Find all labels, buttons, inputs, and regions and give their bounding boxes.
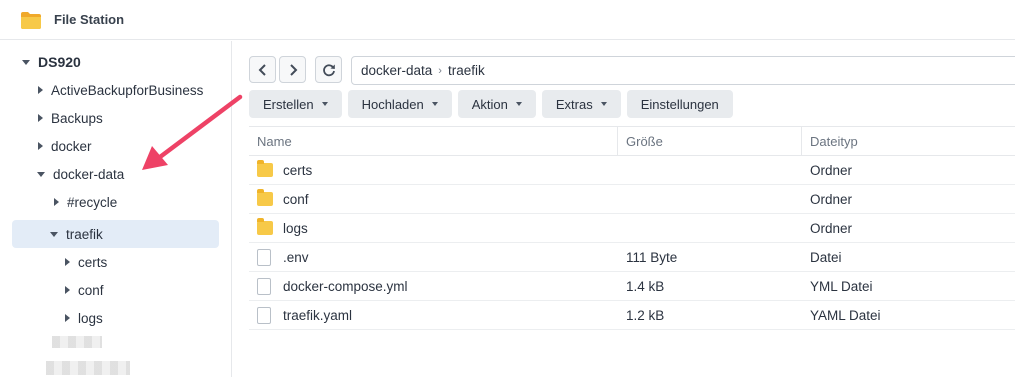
refresh-button[interactable] [315,56,342,83]
file-size: 1.4 kB [626,278,665,294]
folder-icon [257,218,273,235]
file-size: 1.2 kB [626,307,665,323]
file-icon [257,306,271,324]
file-type: Ordner [810,191,853,207]
table-row[interactable]: conf Ordner [249,185,1015,214]
path-segment[interactable]: docker-data [361,63,432,78]
table-row[interactable]: docker-compose.yml 1.4 kB YML Datei [249,272,1015,301]
caret-down-icon [321,102,328,106]
path-bar[interactable]: docker-data › traefik [351,56,1015,85]
file-type: Ordner [810,162,853,178]
file-table: Name Größe Dateityp certs Ordner conf Or… [249,126,1015,330]
collapse-icon[interactable] [65,286,70,294]
tree-item-traefik[interactable]: traefik [12,220,219,248]
file-type: YAML Datei [810,307,881,323]
file-panel: docker-data › traefik Erstellen Hochlade… [233,41,1015,377]
chevron-right-icon: › [438,64,442,77]
folder-icon [257,189,273,206]
table-row[interactable]: .env 111 Byte Datei [249,243,1015,272]
file-size [618,214,802,243]
file-size [618,185,802,214]
title-bar: File Station [0,0,1015,40]
collapse-icon[interactable] [65,314,70,322]
refresh-icon [322,63,335,76]
upload-button[interactable]: Hochladen [347,90,452,118]
column-header-type[interactable]: Dateityp [802,126,1015,156]
tree-item-logs[interactable]: logs [65,304,103,332]
file-size [618,156,802,185]
collapse-icon[interactable] [65,258,70,266]
tree-item-conf[interactable]: conf [65,276,104,304]
file-name: conf [283,191,309,207]
back-button[interactable] [249,56,276,83]
column-header-size[interactable]: Größe [618,126,802,156]
folder-icon [257,160,273,177]
annotation-arrow-icon [142,94,243,170]
tree-root-ds920[interactable]: DS920 [22,48,81,76]
column-header-name[interactable]: Name [249,126,618,156]
file-type: Ordner [810,220,853,236]
path-segment[interactable]: traefik [448,63,485,78]
table-row[interactable]: traefik.yaml 1.2 kB YAML Datei [249,301,1015,330]
forward-button[interactable] [279,56,306,83]
file-type: YML Datei [810,278,873,294]
table-row[interactable]: logs Ordner [249,214,1015,243]
create-button[interactable]: Erstellen [249,90,342,118]
action-button[interactable]: Aktion [457,90,536,118]
file-icon [257,277,271,295]
expand-icon[interactable] [37,171,45,177]
forward-icon [289,63,297,76]
app-title: File Station [54,12,125,27]
expand-icon[interactable] [22,59,30,65]
collapse-icon[interactable] [38,142,43,150]
collapse-icon[interactable] [38,86,43,94]
collapse-icon[interactable] [54,198,59,206]
extras-button[interactable]: Extras [541,90,621,118]
file-type: Datei [810,249,842,265]
folder-icon [20,9,42,31]
back-icon [258,63,266,76]
tree-item-recycle[interactable]: #recycle [54,188,117,216]
file-icon [257,248,271,266]
caret-down-icon [431,102,438,106]
table-header: Name Größe Dateityp [249,126,1015,156]
file-size: 111 Byte [626,249,678,265]
toolbar: Erstellen Hochladen Aktion Extras Einste… [249,90,733,118]
settings-button[interactable]: Einstellungen [626,90,733,118]
file-name: .env [283,249,309,265]
expand-icon[interactable] [50,231,58,237]
tree-item-docker[interactable]: docker [38,132,92,160]
tree-item-docker-data[interactable]: docker-data [37,160,124,188]
caret-down-icon [600,102,607,106]
redacted-item [52,336,102,348]
caret-down-icon [515,102,522,106]
tree-item-backups[interactable]: Backups [38,104,103,132]
file-name: docker-compose.yml [283,278,408,294]
file-name: certs [283,162,313,178]
collapse-icon[interactable] [38,114,43,122]
file-name: traefik.yaml [283,307,353,323]
file-name: logs [283,220,308,236]
tree-item-certs[interactable]: certs [65,248,107,276]
redacted-item [46,361,130,375]
table-row[interactable]: certs Ordner [249,156,1015,185]
